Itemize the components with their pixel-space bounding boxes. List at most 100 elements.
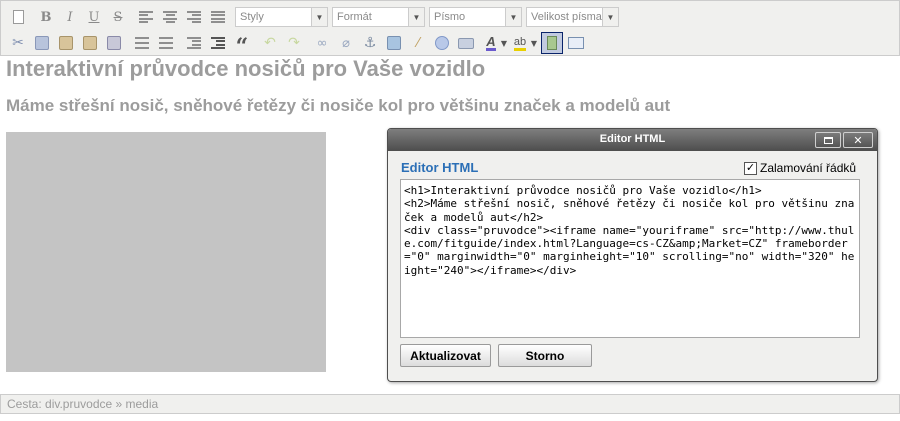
background-color-button[interactable]: ab	[511, 32, 529, 54]
help-icon	[435, 36, 449, 50]
chevron-down-icon: ▼	[311, 8, 327, 26]
text-color-icon: A	[486, 33, 496, 51]
fullscreen-icon	[568, 37, 584, 49]
fullscreen-button[interactable]	[565, 32, 587, 54]
anchor-button[interactable]: ⚓	[359, 32, 381, 54]
paste-word-button[interactable]	[103, 32, 125, 54]
scissors-icon: ✂	[12, 35, 24, 51]
anchor-icon: ⚓	[363, 35, 377, 51]
document-heading-2: Máme střešní nosič, sněhové řetězy či no…	[6, 96, 671, 115]
chevron-down-icon: ▼	[602, 8, 618, 26]
align-justify-icon	[211, 11, 225, 23]
font-size-select-value: Velikost písma	[531, 11, 602, 23]
close-icon: ✕	[853, 133, 863, 147]
indent-button[interactable]	[207, 32, 229, 54]
update-button[interactable]: Aktualizovat	[400, 344, 491, 367]
align-left-button[interactable]	[135, 6, 157, 28]
close-button[interactable]: ✕	[843, 132, 873, 148]
visual-aid-icon	[547, 36, 557, 50]
word-wrap-checkbox[interactable]: ✓	[744, 161, 757, 175]
new-document-button[interactable]	[7, 6, 29, 28]
cleanup-button[interactable]: ⁄	[407, 32, 429, 54]
align-justify-button[interactable]	[207, 6, 229, 28]
image-icon	[387, 36, 401, 50]
maximize-icon	[823, 136, 833, 144]
undo-icon: ↶	[264, 35, 276, 51]
insert-image-button[interactable]	[383, 32, 405, 54]
format-select[interactable]: Formát ▼	[332, 7, 425, 27]
element-path: Cesta: div.pruvodce » media	[7, 397, 159, 411]
undo-button[interactable]: ↶	[259, 32, 281, 54]
paste-text-icon	[83, 36, 97, 50]
cut-button[interactable]: ✂	[7, 32, 29, 54]
paste-button[interactable]	[55, 32, 77, 54]
chevron-down-icon: ▼	[408, 8, 424, 26]
highlight-icon: ab	[513, 36, 527, 51]
new-document-icon	[12, 10, 24, 24]
unlink-icon: ⌀	[342, 35, 350, 51]
redo-icon: ↷	[288, 35, 300, 51]
editor-toolbar: B I U S Styly ▼ Formát ▼ Písmo ▼ Velikost p…	[0, 0, 900, 58]
dialog-titlebar[interactable]: Editor HTML ✕	[388, 129, 877, 151]
paste-text-button[interactable]	[79, 32, 101, 54]
status-bar: Cesta: div.pruvodce » media	[0, 394, 900, 414]
numbered-list-button[interactable]	[155, 32, 177, 54]
align-center-button[interactable]	[159, 6, 181, 28]
html-source-button[interactable]	[455, 32, 477, 54]
toolbar-row-1: B I U S Styly ▼ Formát ▼ Písmo ▼ Velikost p…	[7, 5, 623, 29]
strikethrough-icon: S	[113, 9, 123, 25]
italic-button[interactable]: I	[59, 6, 81, 28]
underline-button[interactable]: U	[83, 6, 105, 28]
cancel-button[interactable]: Storno	[498, 344, 592, 367]
styles-select-value: Styly	[240, 11, 264, 23]
italic-icon: I	[67, 9, 73, 25]
text-color-button[interactable]: A	[483, 32, 499, 54]
paste-word-icon	[107, 36, 121, 50]
bullet-list-icon	[135, 37, 149, 49]
html-source-textarea[interactable]: <h1>Interaktivní průvodce nosičů pro Vaš…	[400, 179, 860, 338]
html-editor-dialog: Editor HTML ✕ Editor HTML ✓ Zalamování ř…	[387, 128, 878, 382]
font-family-select[interactable]: Písmo ▼	[429, 7, 522, 27]
background-color-dropdown[interactable]: ▼	[529, 32, 539, 54]
maximize-button[interactable]	[815, 132, 841, 148]
styles-select[interactable]: Styly ▼	[235, 7, 328, 27]
indent-icon	[211, 37, 225, 49]
format-select-value: Formát	[337, 11, 372, 23]
help-button[interactable]	[431, 32, 453, 54]
outdent-button[interactable]	[183, 32, 205, 54]
unlink-button[interactable]: ⌀	[335, 32, 357, 54]
copy-button[interactable]	[31, 32, 53, 54]
checkmark-icon: ✓	[745, 161, 756, 174]
visual-aid-button[interactable]	[541, 32, 563, 54]
link-icon: ∞	[316, 35, 328, 51]
font-family-select-value: Písmo	[434, 11, 466, 23]
bullet-list-button[interactable]	[131, 32, 153, 54]
chevron-down-icon: ▼	[505, 8, 521, 26]
numbered-list-icon	[159, 37, 173, 49]
bold-button[interactable]: B	[35, 6, 57, 28]
strikethrough-button[interactable]: S	[107, 6, 129, 28]
document-heading-1: Interaktivní průvodce nosičů pro Vaše vo…	[6, 56, 486, 81]
underline-icon: U	[88, 9, 100, 25]
outdent-icon	[187, 37, 201, 49]
chevron-down-icon: ▼	[530, 38, 538, 48]
align-left-icon	[139, 11, 153, 23]
align-center-icon	[163, 11, 177, 23]
font-size-select[interactable]: Velikost písma ▼	[526, 7, 619, 27]
iframe-placeholder[interactable]	[6, 132, 326, 372]
paste-icon	[59, 36, 73, 50]
blockquote-button[interactable]: “	[231, 32, 253, 58]
align-right-button[interactable]	[183, 6, 205, 28]
chevron-down-icon: ▼	[500, 38, 508, 48]
word-wrap-label: Zalamování řádků	[760, 161, 857, 175]
bold-icon: B	[40, 9, 52, 25]
word-wrap-option[interactable]: ✓ Zalamování řádků	[744, 161, 856, 175]
dialog-title: Editor HTML	[599, 133, 666, 145]
blockquote-icon: “	[235, 34, 249, 60]
brush-icon: ⁄	[416, 35, 420, 51]
dialog-heading: Editor HTML	[401, 160, 479, 175]
text-color-dropdown[interactable]: ▼	[499, 32, 509, 54]
toolbar-row-2: ✂ “ ↶ ↷ ∞ ⌀ ⚓ ⁄ A ▼ ab ▼	[7, 31, 589, 58]
insert-link-button[interactable]: ∞	[311, 32, 333, 54]
redo-button[interactable]: ↷	[283, 32, 305, 54]
